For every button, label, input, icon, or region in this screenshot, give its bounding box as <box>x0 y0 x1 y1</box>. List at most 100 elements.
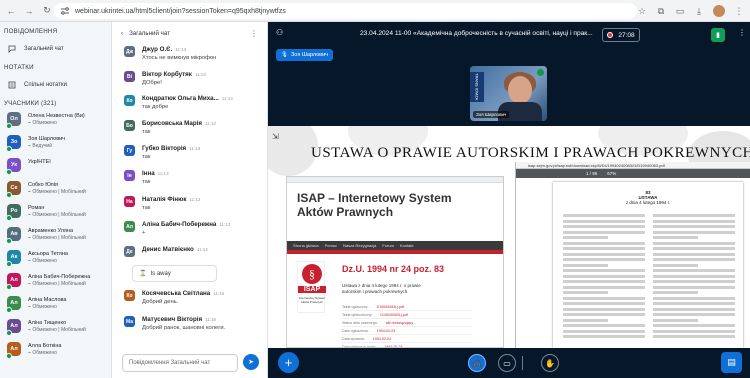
actions-plus-button[interactable]: + <box>278 352 299 373</box>
message-avatar-initials: Ін <box>127 172 132 179</box>
user-list-item[interactable]: Ал Аліна Бабич-Побережна ⌁ Обмежено | Моб… <box>0 273 111 296</box>
text-line <box>563 307 645 311</box>
chat-message-input[interactable]: Повідомлення Загальний чат <box>122 354 238 372</box>
webcam-button[interactable]: ▭ <box>498 354 516 372</box>
address-bar[interactable]: webinar.ukrintei.ua/html5client/join?ses… <box>54 3 637 19</box>
metadata-value: D19940083Lj.pdf <box>380 312 408 317</box>
user-role: ⌁ Обмежено | Мобільний <box>28 212 86 218</box>
metadata-key: Tekst ogłoszony: <box>342 304 369 309</box>
user-initials: Ал <box>10 323 18 329</box>
user-avatar: Ал <box>6 319 21 336</box>
message-time: 11:14 <box>196 247 208 252</box>
message-avatar: Де <box>124 246 135 257</box>
pdf-page: 83 USTAWA z dnia 4 lutego 1994 r. <box>553 182 743 348</box>
chat-message: Ко Кондратюк Ольга Миха... 11:13 так добр… <box>124 95 258 117</box>
metadata-value: akt obowiązujący <box>385 320 414 325</box>
user-name: Зоя Шарлович <box>28 136 66 142</box>
text-line <box>563 225 645 228</box>
user-initials: Ук <box>11 162 17 168</box>
isap-title-line-2: Aktów Prawnych <box>297 205 394 219</box>
hand-icon: ✋ <box>545 358 555 368</box>
record-icon <box>607 32 614 38</box>
user-list-item[interactable]: Зо Зоя Шарлович ⌁ Ведучий <box>0 135 111 158</box>
message-author: Матусевич Вікторія 11:16 <box>142 316 216 323</box>
text-line <box>563 291 609 294</box>
meeting-title: 23.04.2024 11-00 «Академічна доброчесніс… <box>360 30 593 37</box>
user-list-item[interactable]: Ал Алла Боткіна ⌁ Обмежено <box>0 342 111 365</box>
pdf-page-counter: 1 / 95 <box>586 171 598 176</box>
user-list-item[interactable]: Ак Аксьора Тетяна ⌁ Обмежено <box>0 250 111 273</box>
download-icon[interactable]: ⤓ <box>694 6 704 16</box>
browser-toolbar: ← → ↻ webinar.ukrintei.ua/html5client/jo… <box>0 0 750 22</box>
webcam-name-label: Зоя Шарлович <box>473 111 510 118</box>
users-toggle-icon[interactable]: ⚇ <box>276 28 283 37</box>
user-avatar: Ал <box>6 273 21 290</box>
user-list-item[interactable]: Се Собко Юлія ⌁ Обмежено | Мобільний <box>0 181 111 204</box>
shared-notes-item[interactable]: Спільні нотатки <box>0 79 111 91</box>
menu-kebab-icon[interactable]: ⋮ <box>734 6 744 16</box>
pdf-viewer-screenshot: isap.sejm.gov.pl/isap.nsf/download.xsp/W… <box>515 162 750 348</box>
send-message-button[interactable]: ➤ <box>243 354 259 370</box>
text-line <box>653 252 735 256</box>
presentation-slide[interactable]: ⇲ USTAWA O PRAWIE AUTORSKIM I PRAWACH PO… <box>268 126 750 348</box>
options-menu-icon[interactable]: ⋮ <box>738 28 746 37</box>
hide-chat-chevron-icon[interactable]: ‹ <box>121 30 123 37</box>
journal-reference: Dz.U. 1994 nr 24 poz. 83 <box>342 264 445 274</box>
user-role-text: Обмежено <box>32 120 57 126</box>
pdf-text-column-right <box>653 214 735 341</box>
user-list-item[interactable]: Ал Аліна Тищенко ⌁ Обмежено | Мобільний <box>0 319 111 342</box>
profile-avatar[interactable] <box>713 5 725 17</box>
public-chat-item[interactable]: Загальний чат <box>0 43 111 55</box>
chat-toggle-button[interactable]: ▤ <box>721 352 742 373</box>
sidebar-icon[interactable]: ▭ <box>675 6 685 16</box>
isap-nav-item: Pomoc <box>324 243 338 248</box>
message-avatar-initials: Ма <box>125 318 133 325</box>
back-icon[interactable]: ← <box>4 4 18 18</box>
chat-icon: ▤ <box>727 357 736 367</box>
user-initials: Ал <box>10 300 18 306</box>
user-list-item[interactable]: Ро Роман ⌁ Обмежено | Мобільний <box>0 204 111 227</box>
forward-icon[interactable]: → <box>22 4 36 18</box>
message-author: Денис Матвієнко 11:14 <box>142 246 208 253</box>
message-avatar: Ві <box>124 71 135 82</box>
user-role-text: Обмежено | Мобільний <box>32 327 86 333</box>
reload-icon[interactable]: ↻ <box>40 4 54 18</box>
chat-message-list[interactable]: Дж Джур О.Є. 11:13 Хтось не вимкнув мікро… <box>112 44 260 369</box>
message-time: 11:13 <box>175 47 187 52</box>
site-settings-icon[interactable] <box>60 6 70 16</box>
user-list-item[interactable]: Ал Аліна Маслова ⌁ Обмежено <box>0 296 111 319</box>
user-role: ⌁ Обмежено <box>28 350 57 356</box>
message-time: 11:13 <box>157 171 169 176</box>
user-name: Аліна Тищенко <box>28 320 67 326</box>
user-list-item[interactable]: Ол Олена Незвестна (Ви) ⌁ Обмежено <box>0 112 111 135</box>
slide-title: USTAWA O PRAWIE AUTORSKIM I PRAWACH POKR… <box>311 145 750 161</box>
message-avatar: Ма <box>124 316 135 327</box>
raise-hand-button[interactable]: ✋ <box>541 354 559 372</box>
message-author: Аліна Бабич-Побережна 11:13 <box>142 221 230 228</box>
user-list-item[interactable]: Ав Авраменко Уляна ⌁ Обмежено | Мобільний <box>0 227 111 250</box>
meeting-top-bar: ⚇ 23.04.2024 11-00 «Академічна доброчесн… <box>268 22 750 48</box>
message-author-name: Аліна Бабич-Побережна <box>142 221 217 228</box>
message-author: Інна 11:13 <box>142 170 169 177</box>
act-title: Ustawa z dnia 4 lutego 1994 r. o prawie … <box>342 283 421 294</box>
connection-status-icon[interactable]: ▮ <box>711 28 725 42</box>
isap-nav-item: Kontakt <box>399 243 414 248</box>
bookmark-star-icon[interactable]: ☆ <box>637 6 647 16</box>
user-role: ⌁ Обмежено | Мобільний <box>28 235 86 241</box>
public-chat-label: Загальний чат <box>24 46 64 52</box>
recording-indicator[interactable]: 27:08 <box>602 28 640 42</box>
chat-bubble-icon <box>8 45 16 53</box>
text-line <box>563 230 645 234</box>
text-line <box>563 285 645 289</box>
user-initials: Ак <box>10 254 18 260</box>
webcam-tile[interactable]: TRANS IOMZA Зоя Шарлович <box>470 66 547 121</box>
chat-options-icon[interactable]: ⋮ <box>250 29 258 38</box>
meeting-area: ⚇ 23.04.2024 11-00 «Академічна доброчесн… <box>268 22 750 378</box>
audio-button[interactable]: 🎧 <box>468 354 486 372</box>
minimize-presentation-icon[interactable]: ⇲ <box>272 132 279 141</box>
text-line <box>563 302 645 305</box>
isap-header-title: ISAP – Internetowy System Aktów Prawnych <box>297 191 452 219</box>
message-author: Наталія Фінюк 11:13 <box>142 196 200 203</box>
extensions-icon[interactable]: ⧉ <box>656 6 666 16</box>
user-list-item[interactable]: Ук УкрІНТЕІ <box>0 158 111 181</box>
